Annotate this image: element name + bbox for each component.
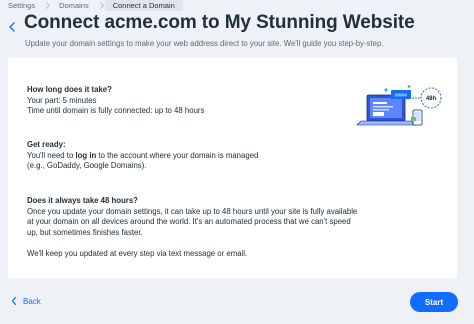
start-button[interactable]: Start — [410, 292, 458, 312]
section-heading: How long does it take? — [27, 85, 112, 94]
page-subtitle: Update your domain settings to make your… — [25, 39, 384, 48]
breadcrumb-settings[interactable]: Settings — [0, 0, 43, 11]
section-get-ready: Get ready: You'll need to log in to the … — [27, 140, 258, 172]
section-text: (e.g., GoDaddy, Google Domains). — [27, 161, 147, 170]
log-in-emphasis: log in — [75, 150, 97, 160]
phone-icon — [411, 109, 423, 126]
breadcrumb: Settings Domains Connect a Domain — [0, 0, 474, 11]
section-text: You'll need to log in to the account whe… — [27, 151, 258, 162]
section-updates: We'll keep you updated at every step via… — [27, 249, 247, 260]
info-card: How long does it take? Your part: 5 minu… — [8, 58, 457, 278]
domain-connection-illustration: www 48h — [356, 85, 442, 126]
timer-label: 48h — [426, 96, 437, 102]
laptop-icon — [356, 94, 416, 126]
text-segment: You'll need to — [27, 150, 76, 160]
section-text: Once you update your domain settings, it… — [27, 206, 358, 237]
text-segment: to the account where your domain is mana… — [96, 150, 259, 160]
back-button-label: Back — [23, 296, 41, 306]
connect-domain-page: Settings Domains Connect a Domain Connec… — [0, 0, 474, 324]
breadcrumb-separator-icon — [97, 0, 105, 11]
back-button[interactable]: Back — [10, 296, 41, 306]
section-always-48: Does it always take 48 hours? Once you u… — [27, 196, 362, 238]
www-label: www — [394, 93, 407, 99]
www-badge-icon: www — [391, 90, 411, 99]
section-text: Your part: 5 minutes — [27, 95, 97, 105]
section-heading: Does it always take 48 hours? — [27, 196, 138, 205]
connection-dots-icon — [412, 97, 420, 99]
section-text: Time until domain is fully connected: up… — [27, 106, 205, 115]
page-title: Connect acme.com to My Stunning Website — [24, 12, 415, 33]
breadcrumb-connect-domain: Connect a Domain — [104, 0, 183, 11]
section-how-long: How long does it take? Your part: 5 minu… — [27, 85, 204, 117]
timer-icon: 48h — [420, 87, 442, 109]
chevron-left-icon — [11, 296, 17, 306]
section-heading: Get ready: — [27, 140, 66, 149]
breadcrumb-separator-icon — [43, 0, 51, 11]
breadcrumb-domains[interactable]: Domains — [51, 0, 97, 11]
section-text: We'll keep you updated at every step via… — [27, 249, 248, 258]
back-chevron-icon[interactable] — [6, 21, 18, 33]
